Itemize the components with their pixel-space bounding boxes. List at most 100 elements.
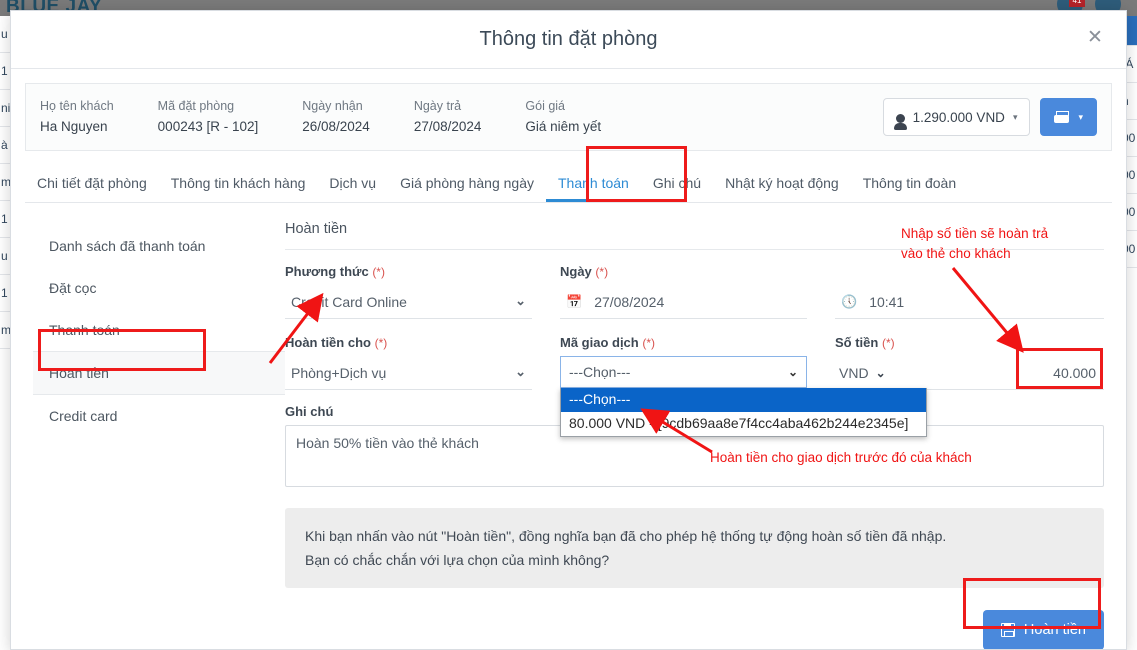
summary-field-guest-name: Họ tên khách Ha Nguyen <box>40 96 114 138</box>
modal-tabs: Chi tiết đặt phòng Thông tin khách hàng Dị… <box>25 163 1112 203</box>
tab-6[interactable]: Nhật ký hoạt động <box>713 175 851 202</box>
form-row-2: Hoàn tiền cho (*) Phòng+Dịch vụ ⌄ Mã gia… <box>285 335 1104 437</box>
field-label-spacer <box>835 264 1104 279</box>
field-date: Ngày (*) 📅 27/08/2024 <box>560 264 807 319</box>
summary-value: 26/08/2024 <box>302 119 370 134</box>
calendar-icon: 📅 <box>566 293 583 309</box>
method-select-value: Credit Card Online <box>291 293 407 310</box>
sidebar-item-2[interactable]: Thanh toán <box>33 309 285 351</box>
summary-field-rate-package: Gói giá Giá niêm yết <box>525 96 601 138</box>
summary-label: Mã đặt phòng <box>157 99 235 113</box>
section-title: Hoàn tiền <box>285 221 1104 250</box>
transaction-select-value: ---Chọn--- <box>569 364 631 380</box>
tab-0[interactable]: Chi tiết đặt phòng <box>25 175 159 202</box>
refund-for-select[interactable]: Phòng+Dịch vụ ⌄ <box>285 356 532 390</box>
currency-value: VND <box>839 364 869 381</box>
field-label-text: Mã giao dịch <box>560 335 639 350</box>
amount-input[interactable] <box>913 356 1104 390</box>
summary-label: Ngày nhận <box>302 99 363 113</box>
date-input[interactable]: 📅 27/08/2024 <box>560 285 807 319</box>
method-select[interactable]: Credit Card Online ⌄ <box>285 285 532 319</box>
sidebar-item-0[interactable]: Danh sách đã thanh toán <box>33 225 285 267</box>
currency-select[interactable]: VND ⌄ <box>835 356 913 390</box>
transaction-option-0[interactable]: ---Chọn--- <box>561 388 926 412</box>
summary-value: 000243 [R - 102] <box>157 119 259 134</box>
modal-header: Thông tin đặt phòng ✕ <box>11 11 1126 69</box>
tab-3[interactable]: Giá phòng hàng ngày <box>388 175 546 202</box>
chevron-down-icon: ⌄ <box>515 364 526 379</box>
summary-label: Gói giá <box>525 99 566 113</box>
field-time: 🕔 10:41 <box>835 264 1104 319</box>
required-mark: (*) <box>374 336 388 350</box>
printer-icon <box>1054 110 1070 124</box>
form-row-1: Phương thức (*) Credit Card Online ⌄ Ngà… <box>285 264 1104 319</box>
transaction-select-wrap: ---Chọn--- ⌄ ---Chọn--- 80.000 VND - [9cd… <box>560 356 927 437</box>
chevron-down-icon: ▾ <box>1078 111 1083 122</box>
warning-line-2: Bạn có chắc chắn với lựa chọn của mình k… <box>305 552 610 568</box>
transaction-select[interactable]: ---Chọn--- ⌄ <box>560 356 807 388</box>
tab-7[interactable]: Thông tin đoàn <box>851 175 968 202</box>
date-value: 27/08/2024 <box>594 293 665 310</box>
transaction-option-1[interactable]: 80.000 VND - [9cdb69aa8e7f4cc4aba462b244… <box>561 412 926 436</box>
clock-icon: 🕔 <box>841 293 858 309</box>
field-label: Số tiền (*) <box>835 335 1104 350</box>
person-icon <box>893 113 907 130</box>
total-amount-dropdown-button[interactable]: 1.290.000 VND ▾ <box>882 98 1031 136</box>
refund-form: Hoàn tiền Phương thức (*) Credit Card On… <box>285 211 1126 649</box>
field-label-text: Số tiền <box>835 335 879 350</box>
tab-4[interactable]: Thanh toán <box>546 175 641 202</box>
field-label-text: Ngày <box>560 264 592 279</box>
notification-badge: 41 <box>1069 0 1085 7</box>
close-icon[interactable]: ✕ <box>1082 25 1108 51</box>
modal-footer: Hoàn tiền <box>285 610 1104 649</box>
warning-line-1: Khi bạn nhấn vào nút "Hoàn tiền", đồng n… <box>305 528 947 544</box>
summary-value: 27/08/2024 <box>413 119 482 134</box>
booking-summary-bar: Họ tên khách Ha Nguyen Mã đặt phòng 0002… <box>25 83 1112 151</box>
required-mark: (*) <box>642 336 656 350</box>
field-method: Phương thức (*) Credit Card Online ⌄ <box>285 264 532 319</box>
field-transaction-code: Mã giao dịch (*) ---Chọn--- ⌄ ---Chọn---… <box>560 335 927 437</box>
field-label: Mã giao dịch (*) <box>560 335 807 350</box>
required-mark: (*) <box>881 336 895 350</box>
refund-submit-button[interactable]: Hoàn tiền <box>982 610 1104 649</box>
field-label-text: Hoàn tiền cho <box>285 335 371 350</box>
field-label: Ngày (*) <box>560 264 807 279</box>
sidebar-item-3[interactable]: Hoàn tiền <box>33 351 285 395</box>
amount-row: VND ⌄ <box>835 356 1104 390</box>
save-icon <box>1000 623 1015 637</box>
modal-body: Danh sách đã thanh toánĐặt cọcThanh toán… <box>11 211 1126 649</box>
summary-field-booking-code: Mã đặt phòng 000243 [R - 102] <box>158 96 259 138</box>
sidebar-item-4[interactable]: Credit card <box>33 395 285 437</box>
summary-value: Giá niêm yết <box>525 119 602 134</box>
print-button[interactable]: ▾ <box>1040 98 1097 136</box>
field-label: Hoàn tiền cho (*) <box>285 335 532 350</box>
time-value: 10:41 <box>869 293 905 310</box>
summary-value: Ha Nguyen <box>40 119 108 134</box>
required-mark: (*) <box>595 265 609 279</box>
summary-field-checkin-date: Ngày nhận 26/08/2024 <box>302 96 370 138</box>
sidebar-item-1[interactable]: Đặt cọc <box>33 267 285 309</box>
refund-warning-box: Khi bạn nhấn vào nút "Hoàn tiền", đồng n… <box>285 508 1104 588</box>
chevron-down-icon: ▾ <box>1012 111 1018 122</box>
refund-submit-label: Hoàn tiền <box>1023 622 1086 638</box>
required-mark: (*) <box>372 265 385 279</box>
chevron-down-icon: ⌄ <box>515 293 526 308</box>
chevron-down-icon: ⌄ <box>875 365 886 380</box>
field-label: Phương thức (*) <box>285 264 532 279</box>
total-amount-value: 1.290.000 VND <box>912 109 1005 125</box>
chevron-down-icon: ⌄ <box>787 365 798 379</box>
field-refund-for: Hoàn tiền cho (*) Phòng+Dịch vụ ⌄ <box>285 335 532 390</box>
transaction-options-list: ---Chọn--- 80.000 VND - [9cdb69aa8e7f4cc4… <box>560 388 927 437</box>
payment-side-nav: Danh sách đã thanh toánĐặt cọcThanh toán… <box>11 211 285 649</box>
summary-label: Ngày trả <box>413 99 462 113</box>
booking-info-modal: Thông tin đặt phòng ✕ Họ tên khách Ha Ng… <box>10 10 1127 650</box>
field-label-text: Phương thức <box>285 264 369 279</box>
tab-2[interactable]: Dịch vụ <box>317 175 388 202</box>
summary-label: Họ tên khách <box>40 99 114 113</box>
field-amount: Số tiền (*) VND ⌄ <box>835 335 1104 390</box>
time-input[interactable]: 🕔 10:41 <box>835 285 1104 319</box>
tab-5[interactable]: Ghi chú <box>641 175 713 202</box>
tab-1[interactable]: Thông tin khách hàng <box>159 175 318 202</box>
summary-field-checkout-date: Ngày trả 27/08/2024 <box>414 96 482 138</box>
refund-for-value: Phòng+Dịch vụ <box>291 364 387 381</box>
